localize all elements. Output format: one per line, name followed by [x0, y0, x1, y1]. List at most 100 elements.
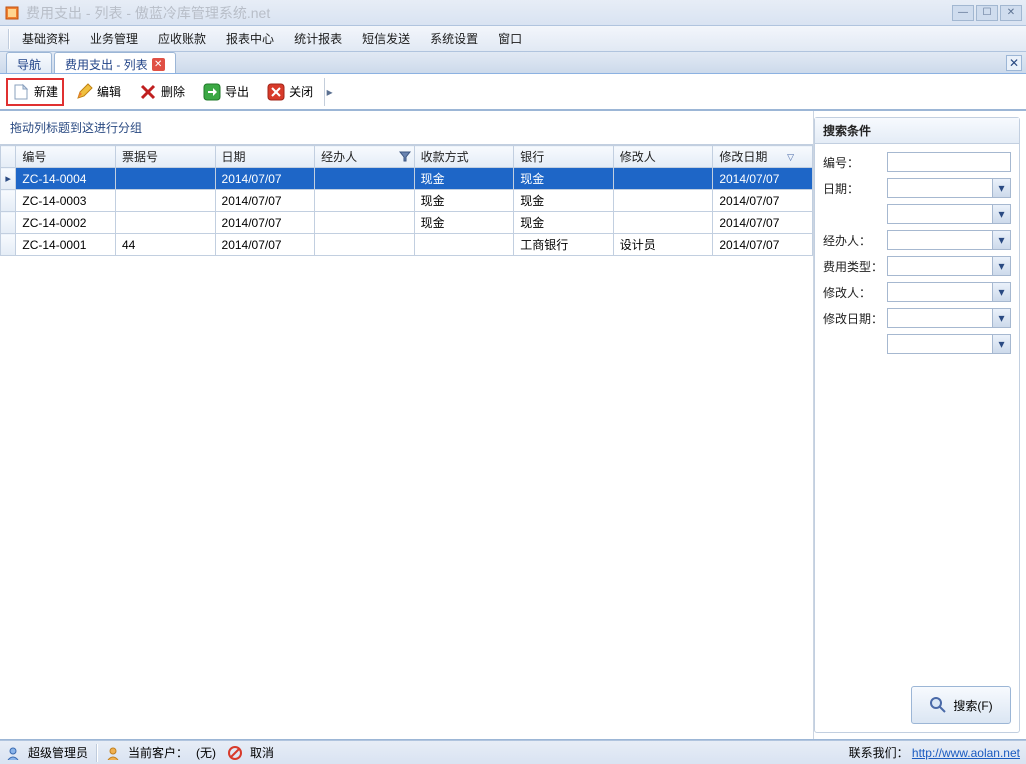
tabstrip-close-button[interactable]: ✕	[1006, 55, 1022, 71]
cell-modifier[interactable]: 设计员	[613, 234, 713, 256]
search-modifier-combo[interactable]: ▾	[887, 282, 1011, 302]
search-modifydate-to-combo[interactable]: ▾	[887, 334, 1011, 354]
search-type-combo[interactable]: ▾	[887, 256, 1011, 276]
cell-date[interactable]: 2014/07/07	[215, 212, 315, 234]
chevron-down-icon[interactable]: ▾	[992, 205, 1010, 223]
grid-area: 拖动列标题到这进行分组 编号 票据号 日期 经办人	[0, 111, 814, 739]
menu-business[interactable]: 业务管理	[80, 26, 148, 51]
maximize-button[interactable]: ☐	[976, 5, 998, 21]
search-panel-title: 搜索条件	[815, 118, 1019, 144]
row-indicator: ▸	[1, 168, 16, 190]
table-row[interactable]: ZC-14-0003 2014/07/07 现金现金 2014/07/07	[1, 190, 813, 212]
cell-date[interactable]: 2014/07/07	[215, 168, 315, 190]
search-date-from-combo[interactable]: ▾	[887, 178, 1011, 198]
chevron-down-icon[interactable]: ▾	[992, 179, 1010, 197]
cell-ticket[interactable]	[115, 212, 215, 234]
app-icon	[4, 5, 20, 21]
filter-icon[interactable]	[399, 150, 411, 162]
cell-handler[interactable]	[315, 212, 415, 234]
export-icon	[203, 83, 221, 101]
cell-date[interactable]: 2014/07/07	[215, 234, 315, 256]
col-bank[interactable]: 银行	[514, 146, 614, 168]
chevron-down-icon[interactable]: ▾	[992, 309, 1010, 327]
col-date[interactable]: 日期	[215, 146, 315, 168]
menu-system-settings[interactable]: 系统设置	[420, 26, 488, 51]
cell-payment[interactable]	[414, 234, 514, 256]
menu-receivable[interactable]: 应收账款	[148, 26, 216, 51]
cell-bank[interactable]: 现金	[514, 190, 614, 212]
pencil-icon	[75, 83, 93, 101]
close-button-label: 关闭	[289, 83, 313, 100]
col-no[interactable]: 编号	[16, 146, 116, 168]
cell-modifyDate[interactable]: 2014/07/07	[713, 168, 813, 190]
cell-modifyDate[interactable]: 2014/07/07	[713, 212, 813, 234]
cell-bank[interactable]: 现金	[514, 212, 614, 234]
tab-nav[interactable]: 导航	[6, 52, 52, 73]
cell-modifyDate[interactable]: 2014/07/07	[713, 190, 813, 212]
search-button[interactable]: 搜索(F)	[911, 686, 1011, 724]
menu-basic-data[interactable]: 基础资料	[12, 26, 80, 51]
search-date-to-combo[interactable]: ▾	[887, 204, 1011, 224]
col-payment[interactable]: 收款方式	[414, 146, 514, 168]
cell-modifier[interactable]	[613, 190, 713, 212]
chevron-down-icon[interactable]: ▾	[992, 283, 1010, 301]
cell-modifyDate[interactable]: 2014/07/07	[713, 234, 813, 256]
chevron-down-icon[interactable]: ▾	[992, 335, 1010, 353]
cell-payment[interactable]: 现金	[414, 190, 514, 212]
cell-modifier[interactable]	[613, 168, 713, 190]
edit-button[interactable]: 编辑	[68, 78, 128, 106]
status-cancel[interactable]: 取消	[250, 744, 274, 761]
toolbar-overflow-button[interactable]: ▸	[324, 78, 334, 106]
menu-window[interactable]: 窗口	[488, 26, 532, 51]
col-handler[interactable]: 经办人	[315, 146, 415, 168]
cell-bank[interactable]: 工商银行	[514, 234, 614, 256]
cell-no[interactable]: ZC-14-0003	[16, 190, 116, 212]
table-row[interactable]: ▸ZC-14-0004 2014/07/07 现金现金 2014/07/07	[1, 168, 813, 190]
search-no-input[interactable]	[887, 152, 1011, 172]
cell-ticket[interactable]: 44	[115, 234, 215, 256]
minimize-button[interactable]: —	[952, 5, 974, 21]
tab-expense-list[interactable]: 费用支出 - 列表 ✕	[54, 52, 176, 73]
contact-link[interactable]: http://www.aolan.net	[912, 746, 1020, 760]
cell-no[interactable]: ZC-14-0002	[16, 212, 116, 234]
cell-date[interactable]: 2014/07/07	[215, 190, 315, 212]
col-ticket[interactable]: 票据号	[115, 146, 215, 168]
chevron-down-icon[interactable]: ▾	[992, 257, 1010, 275]
menu-sms[interactable]: 短信发送	[352, 26, 420, 51]
table-row[interactable]: ZC-14-0002 2014/07/07 现金现金 2014/07/07	[1, 212, 813, 234]
cell-payment[interactable]: 现金	[414, 212, 514, 234]
search-modifydate-from-combo[interactable]: ▾	[887, 308, 1011, 328]
col-handler-label: 经办人	[321, 150, 357, 164]
menu-report-center[interactable]: 报表中心	[216, 26, 284, 51]
col-modify-date[interactable]: 修改日期 ▽	[713, 146, 813, 168]
cell-no[interactable]: ZC-14-0001	[16, 234, 116, 256]
close-window-button[interactable]: ✕	[1000, 5, 1022, 21]
cell-bank[interactable]: 现金	[514, 168, 614, 190]
col-modify-date-label: 修改日期	[719, 150, 767, 164]
edit-button-label: 编辑	[97, 83, 121, 100]
cell-handler[interactable]	[315, 190, 415, 212]
table-row[interactable]: ZC-14-0001442014/07/07工商银行设计员2014/07/07	[1, 234, 813, 256]
chevron-down-icon[interactable]: ▾	[992, 231, 1010, 249]
new-button[interactable]: 新建	[6, 78, 64, 106]
close-icon[interactable]: ✕	[152, 58, 165, 71]
group-by-hint[interactable]: 拖动列标题到这进行分组	[0, 111, 813, 145]
cell-ticket[interactable]	[115, 190, 215, 212]
content-area: 拖动列标题到这进行分组 编号 票据号 日期 经办人	[0, 110, 1026, 740]
menu-stat-report[interactable]: 统计报表	[284, 26, 352, 51]
search-panel: 搜索条件 编号： 日期： ▾ ▾ 经办人： ▾ 费用类型： ▾ 修改人： ▾ 修…	[814, 117, 1020, 733]
data-grid[interactable]: 编号 票据号 日期 经办人 收款方式 银行 修改人 修改日期 ▽	[0, 145, 813, 256]
cell-ticket[interactable]	[115, 168, 215, 190]
window-controls: — ☐ ✕	[952, 5, 1022, 21]
cell-handler[interactable]	[315, 234, 415, 256]
cell-handler[interactable]	[315, 168, 415, 190]
close-button[interactable]: 关闭	[260, 78, 320, 106]
delete-button[interactable]: 删除	[132, 78, 192, 106]
cell-no[interactable]: ZC-14-0004	[16, 168, 116, 190]
cell-modifier[interactable]	[613, 212, 713, 234]
grid-header-row: 编号 票据号 日期 经办人 收款方式 银行 修改人 修改日期 ▽	[1, 146, 813, 168]
export-button[interactable]: 导出	[196, 78, 256, 106]
cell-payment[interactable]: 现金	[414, 168, 514, 190]
col-modifier[interactable]: 修改人	[613, 146, 713, 168]
search-handler-combo[interactable]: ▾	[887, 230, 1011, 250]
